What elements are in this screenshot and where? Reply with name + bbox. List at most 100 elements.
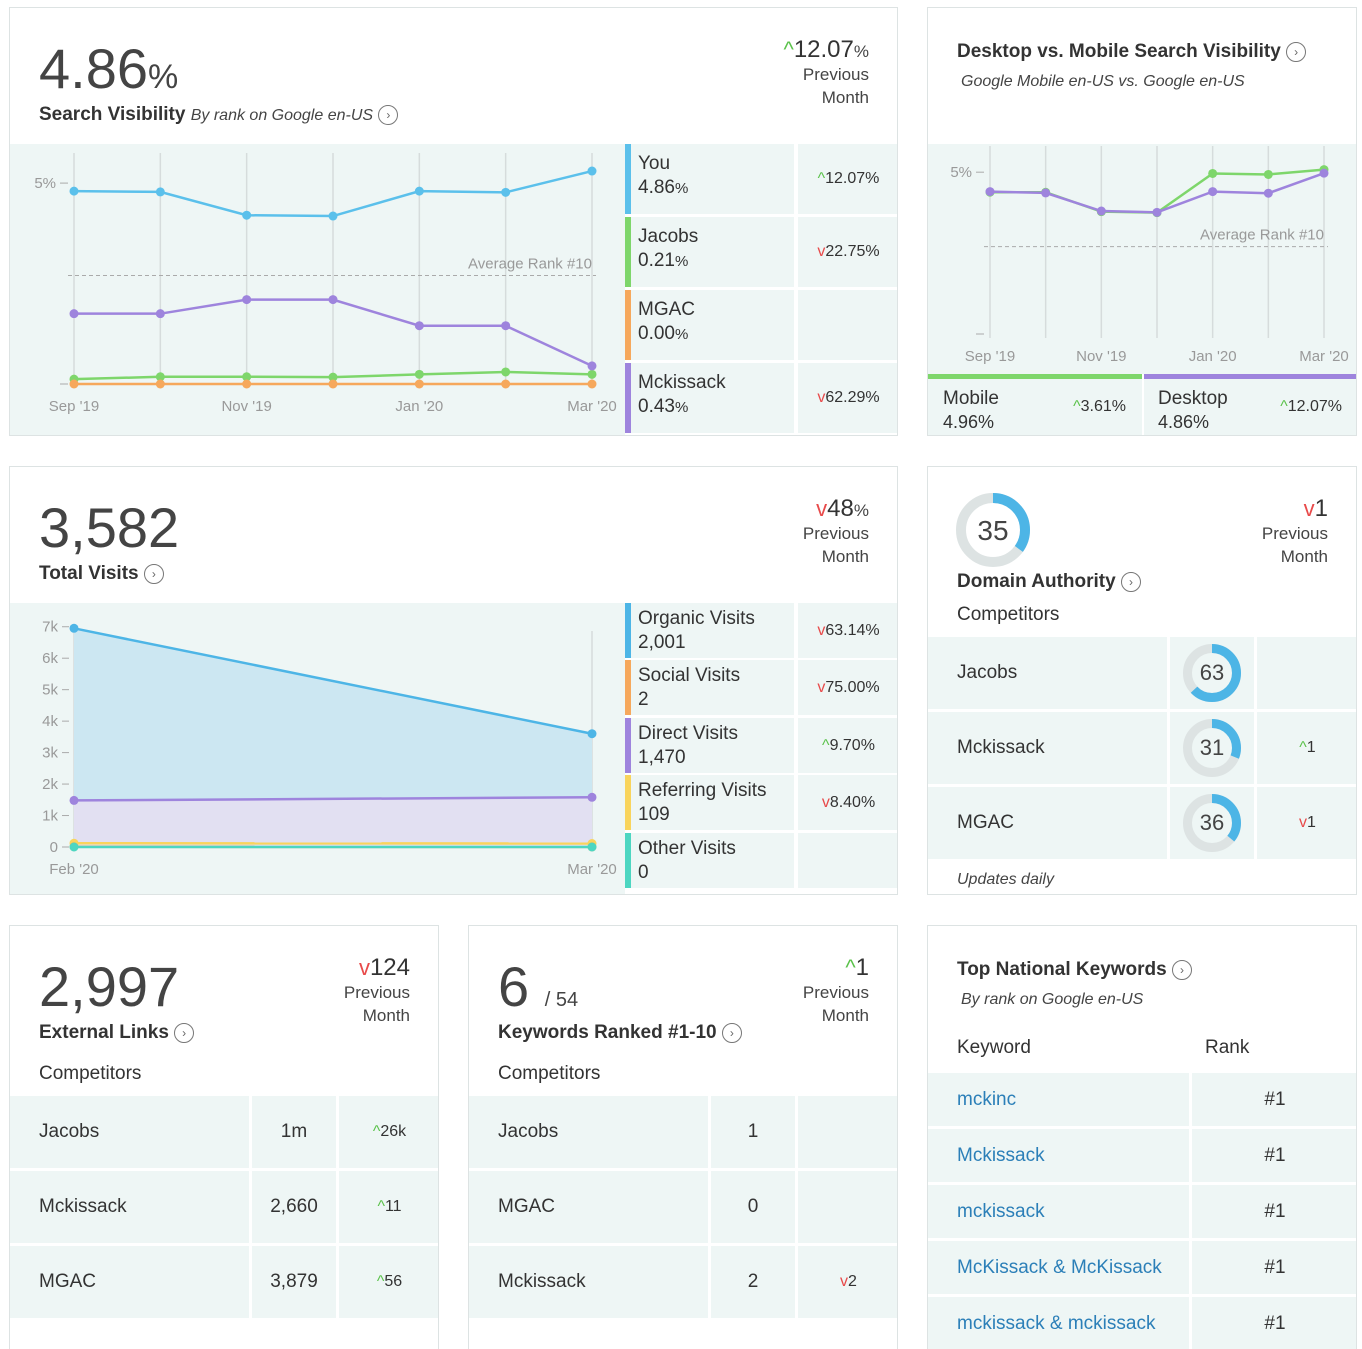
y-tick-label: 4k	[42, 713, 58, 730]
legend-value: 2	[638, 689, 649, 711]
desktop-mobile-chart: 5% Average Rank #10 Sep '19 Nov '19 Jan '20 M…	[950, 146, 1349, 365]
legend-color-bar	[625, 144, 631, 214]
top-keywords-title: Top National Keywords ›	[957, 959, 1193, 981]
mobile-legend-bar	[928, 374, 1142, 379]
legend-item-jacobs[interactable]: Jacobs 0.21%	[625, 217, 794, 287]
legend-name: Referring Visits	[638, 780, 767, 802]
legend-value: 1,470	[638, 746, 686, 768]
caret-up-icon: ^	[822, 736, 830, 754]
data-point	[501, 379, 511, 389]
competitor-value: 2	[711, 1246, 795, 1318]
keyword-link[interactable]: mckinc	[957, 1089, 1016, 1111]
legend-change: v8.40%	[798, 775, 897, 831]
search-visibility-card: 4.86% Search Visibility By rank on Googl…	[9, 7, 898, 436]
info-icon[interactable]: ›	[378, 104, 399, 125]
competitor-change: ^56	[339, 1246, 438, 1318]
legend-label: Jacobs 0.21%	[638, 225, 698, 274]
competitor-score-cell: 63	[1170, 637, 1254, 709]
info-icon[interactable]: ›	[1172, 959, 1193, 980]
desktop-value: 4.86%	[1158, 412, 1210, 432]
competitor-value: 1	[711, 1096, 795, 1168]
data-point	[69, 186, 79, 196]
data-point	[414, 379, 424, 389]
data-point	[1208, 168, 1218, 178]
competitor-score-cell: 31	[1170, 712, 1254, 784]
competitor-name: Mckissack	[39, 1196, 127, 1217]
change-value: 1	[1306, 739, 1316, 756]
legend-value: 0.43	[638, 396, 675, 417]
desktop-change: ^12.07%	[1280, 398, 1342, 415]
domain-authority-delta: v1 Previous Month	[1261, 495, 1328, 567]
keyword-row: mckissack & mckissack	[928, 1297, 1189, 1349]
legend-name: Other Visits	[638, 837, 736, 859]
change-value: 12.07%	[825, 170, 880, 187]
data-point	[155, 187, 165, 197]
search-visibility-delta: ^12.07% Previous Month	[783, 36, 869, 108]
legend-item-other-visits[interactable]: Other Visits 0	[625, 832, 794, 888]
legend-name: MGAC	[638, 299, 695, 320]
legend-label: Referring Visits 109	[638, 779, 766, 827]
domain-authority-card: 35 Domain Authority › Competitors v1 Pre…	[927, 466, 1357, 895]
y-tick-label: 5k	[42, 682, 58, 699]
keywords-ranked-value: 6 / 54	[498, 955, 579, 1018]
legend-label: You 4.86%	[638, 152, 688, 201]
data-point	[587, 166, 597, 176]
keyword-link[interactable]: McKissack & McKissack	[957, 1257, 1162, 1279]
legend-item-direct-visits[interactable]: Direct Visits 1,470	[625, 717, 794, 773]
legend-change: v62.29%	[798, 363, 897, 433]
x-tick-label: Nov '19	[1076, 348, 1126, 365]
total-visits-delta: v48% Previous Month	[802, 495, 869, 567]
info-icon[interactable]: ›	[143, 563, 164, 584]
legend-color-bar	[625, 832, 631, 888]
legend-item-social-visits[interactable]: Social Visits 2	[625, 660, 794, 716]
change-value: 63.14%	[825, 622, 880, 639]
total-visits-chart-area: 0 1k 2k 3k 4k 5k 6k 7k Feb '20 Mar '20	[10, 603, 625, 894]
legend-value: 0.21	[638, 250, 675, 271]
keyword-rank: #1	[1192, 1185, 1356, 1238]
legend-item-mgac[interactable]: MGAC 0.00%	[625, 290, 794, 360]
legend-item-organic-visits[interactable]: Organic Visits 2,001	[625, 603, 794, 658]
competitor-change: ^26k	[339, 1096, 438, 1168]
desktop-legend: Desktop 4.86% ^12.07%	[1144, 374, 1356, 435]
mobile-value: 4.96%	[943, 412, 995, 432]
legend-item-you[interactable]: You 4.86%	[625, 144, 794, 214]
caret-up-icon: ^	[1299, 739, 1307, 756]
competitor-value: 0	[711, 1171, 795, 1243]
keyword-link[interactable]: mckissack	[957, 1201, 1045, 1223]
change-value: 62.29%	[825, 389, 880, 406]
legend-change	[798, 290, 897, 360]
search-visibility-chart: 5% Average Rank #10 Sep '19 Nov '19 Jan '20 M…	[34, 153, 617, 415]
legend-unit: %	[674, 326, 689, 343]
legend-color-bar	[625, 290, 631, 360]
x-tick-label: Jan '20	[395, 398, 443, 415]
data-point	[242, 210, 252, 220]
info-icon[interactable]: ›	[1120, 571, 1141, 592]
competitor-score-cell: 36	[1170, 787, 1254, 859]
domain-authority-score: 35	[977, 515, 1009, 546]
caret-up-icon: ^	[817, 170, 826, 187]
competitor-row: Mckissack	[469, 1246, 708, 1318]
y-tick-label: 6k	[42, 650, 58, 667]
keyword-link[interactable]: mckissack & mckissack	[957, 1313, 1155, 1335]
info-icon[interactable]: ›	[1286, 41, 1307, 62]
legend-name: Mckissack	[638, 372, 726, 393]
legend-value: 0	[638, 861, 649, 883]
domain-authority-title: Domain Authority ›	[957, 571, 1141, 593]
legend-item-mckissack[interactable]: Mckissack 0.43%	[625, 363, 794, 433]
keyword-row: mckinc	[928, 1073, 1189, 1126]
info-icon[interactable]: ›	[174, 1022, 195, 1043]
info-icon[interactable]: ›	[721, 1022, 742, 1043]
legend-change: v63.14%	[798, 603, 897, 658]
x-tick-label: Sep '19	[965, 348, 1015, 365]
legend-name: You	[638, 153, 671, 174]
top-keywords-subtitle: By rank on Google en-US	[961, 991, 1144, 1008]
change-value: 22.75%	[825, 243, 880, 260]
data-point	[69, 623, 79, 633]
legend-item-referring-visits[interactable]: Referring Visits 109	[625, 775, 794, 831]
competitor-row: Jacobs	[928, 637, 1167, 709]
col-header-keyword: Keyword	[957, 1037, 1031, 1058]
data-point	[414, 369, 424, 379]
keyword-link[interactable]: Mckissack	[957, 1145, 1045, 1167]
change-value: 2	[848, 1273, 857, 1290]
data-point	[1263, 169, 1273, 179]
